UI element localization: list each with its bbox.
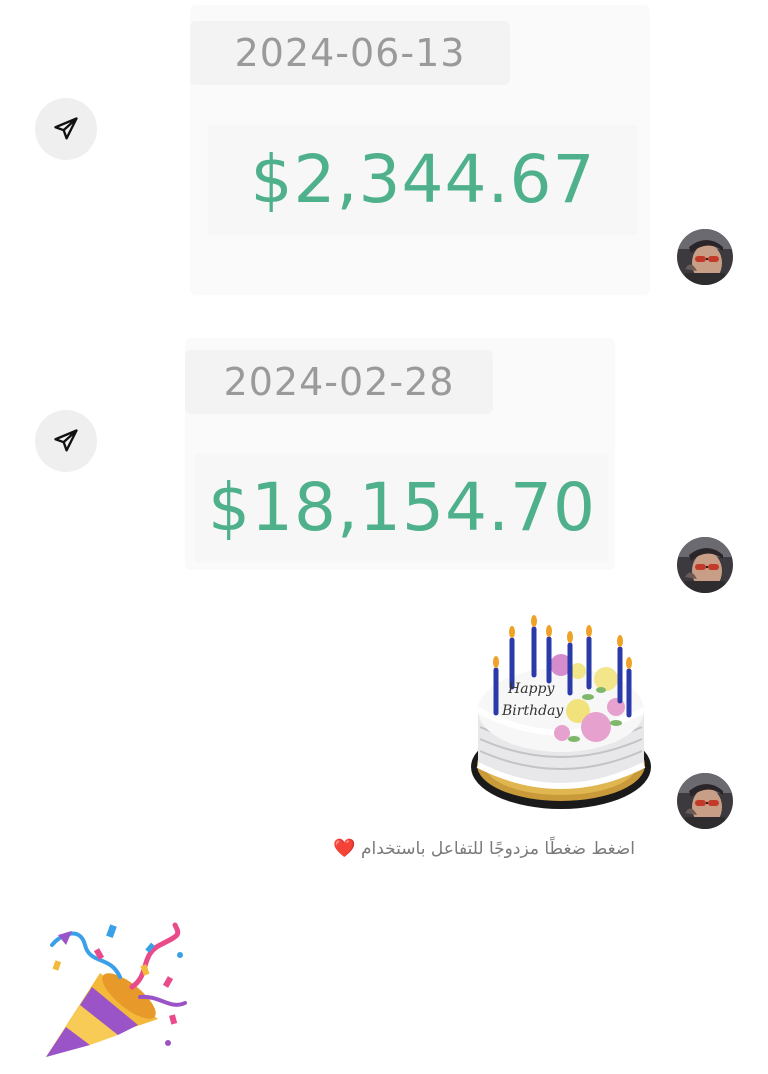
cake-text-happy: Happy bbox=[507, 681, 555, 697]
party-popper-icon[interactable] bbox=[40, 915, 190, 1065]
avatar[interactable] bbox=[677, 229, 733, 285]
receipt-image-2[interactable]: 2024-02-28 $18,154.70 bbox=[185, 338, 615, 570]
receipt-image-1[interactable]: 2024-06-13 $2,344.67 bbox=[190, 5, 650, 295]
hint-text: اضغط ضغطًا مزدوجًا للتفاعل باستخدام bbox=[361, 839, 635, 859]
send-icon bbox=[54, 429, 78, 452]
receipt-amount-2: $18,154.70 bbox=[195, 454, 609, 562]
receipt-date-2: 2024-02-28 bbox=[185, 350, 493, 414]
avatar[interactable] bbox=[677, 773, 733, 829]
cake-text-birthday: Birthday bbox=[501, 703, 564, 719]
heart-icon: ❤️ bbox=[333, 838, 356, 859]
receipt-amount-1: $2,344.67 bbox=[208, 125, 638, 235]
birthday-cake-sticker[interactable]: Happy Birthday bbox=[466, 615, 656, 815]
avatar[interactable] bbox=[677, 537, 733, 593]
receipt-date-1: 2024-06-13 bbox=[190, 21, 510, 85]
send-icon bbox=[54, 117, 78, 140]
double-tap-hint: اضغط ضغطًا مزدوجًا للتفاعل باستخدام ❤️ bbox=[333, 838, 635, 859]
share-button-1[interactable] bbox=[35, 98, 97, 160]
share-button-2[interactable] bbox=[35, 410, 97, 472]
